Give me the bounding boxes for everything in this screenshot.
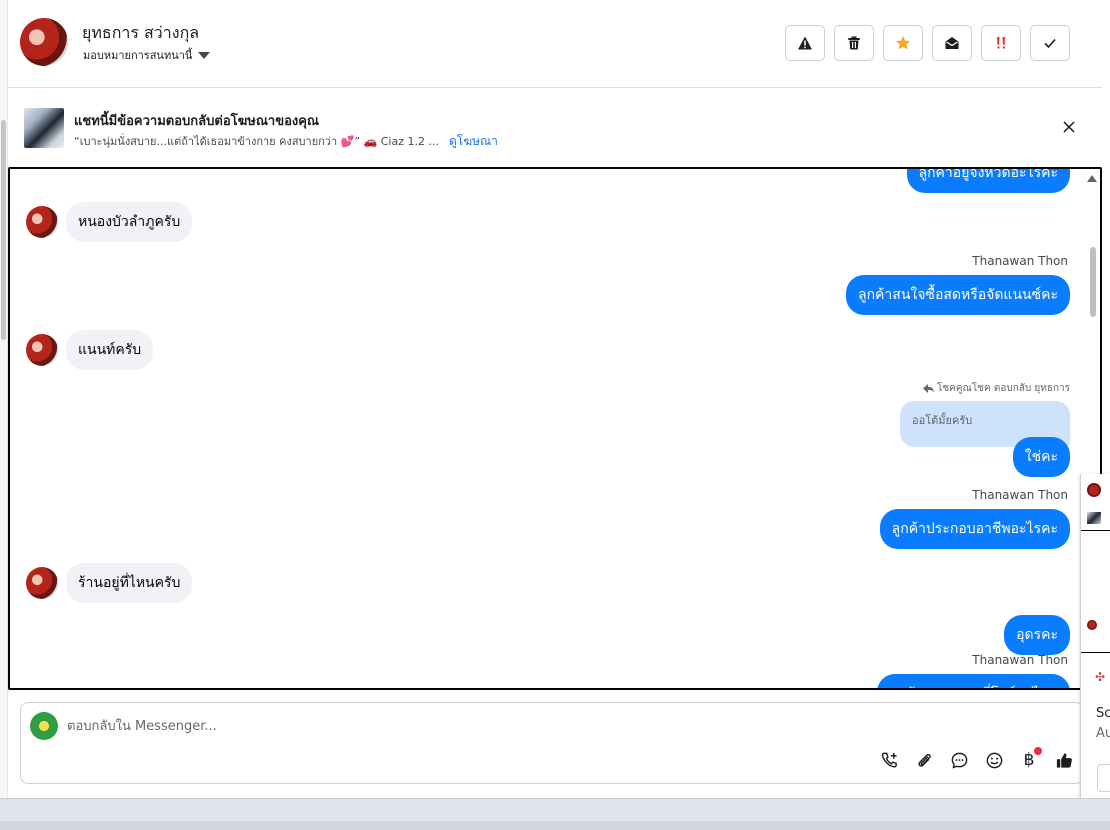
view-ad-link[interactable]: ดูโฆษณา	[449, 132, 498, 151]
panel-divider	[1081, 652, 1110, 653]
saved-replies-button[interactable]	[948, 749, 970, 771]
delete-button[interactable]	[834, 25, 874, 61]
message-outgoing: ลูกค้าประกอบอาชีพอะไรคะ	[879, 509, 1070, 549]
reply-input[interactable]	[67, 715, 867, 737]
message-bubble[interactable]: ลูกค้าสนใจซื้อสดหรือจัดแนนซ์คะ	[846, 275, 1070, 315]
message-bubble[interactable]: ลูกค้าอยู่จังหวัดอะไรคะ	[906, 169, 1070, 193]
contact-name[interactable]: ยุทธการ สว่างกุล	[82, 21, 199, 46]
message-outgoing: ลูกค้าอยู่จังหวัดอะไรคะ	[906, 169, 1070, 193]
chat-bubble-icon	[951, 752, 967, 769]
sender-name: Thanawan Thon	[972, 488, 1068, 502]
message-bubble[interactable]: อุดรคะ	[1004, 615, 1070, 655]
message-thread[interactable]: ลูกค้าอยู่จังหวัดอะไรคะ หนองบัวลำภูครับ …	[8, 167, 1102, 690]
panel-divider	[1081, 530, 1110, 531]
sender-avatar[interactable]	[26, 567, 58, 599]
left-scrollbar[interactable]	[0, 0, 8, 800]
panel-button[interactable]	[1097, 764, 1110, 792]
reply-arrow-icon	[923, 384, 934, 393]
call-button[interactable]	[878, 749, 900, 771]
assign-conversation-dropdown[interactable]: มอบหมายการสนทนานี้	[83, 46, 211, 64]
message-incoming: หนองบัวลำภูครับ	[26, 202, 326, 242]
ad-banner-title: แชทนี้มีข้อความตอบกลับต่อโฆษณาของคุณ	[74, 114, 319, 129]
envelope-open-icon	[945, 37, 959, 49]
message-outgoing: ลูกค้าสะดวกมาที่โชว์รูมไหม	[876, 674, 1070, 688]
sender-name: Thanawan Thon	[972, 653, 1068, 667]
ad-thumbnail[interactable]	[24, 108, 64, 148]
attach-button[interactable]	[913, 749, 935, 771]
thread-scrollbar-thumb[interactable]	[1090, 247, 1096, 317]
message-bubble[interactable]: ลูกค้าสะดวกมาที่โชว์รูมไหม	[876, 674, 1070, 688]
message-incoming: แนนท์ครับ	[26, 330, 326, 370]
ad-reply-banner: แชทนี้มีข้อความตอบกลับต่อโฆษณาของคุณ “เบ…	[8, 88, 1102, 166]
mini-ad-thumbnail	[1087, 512, 1101, 524]
emoji-button[interactable]	[983, 749, 1005, 771]
done-button[interactable]	[1030, 25, 1070, 61]
reply-composer: ฿	[20, 702, 1084, 784]
message-outgoing: อุดรคะ	[1004, 615, 1070, 655]
message-bubble[interactable]: ลูกค้าประกอบอาชีพอะไรคะ	[879, 509, 1070, 549]
smiley-icon	[986, 752, 1002, 768]
left-scrollbar-thumb[interactable]	[1, 120, 6, 340]
message-outgoing: ใช่คะ	[1012, 437, 1070, 477]
ad-caption: “เบาะนุ่มนั่งสบาย...แต่ถ้าได้เธอมาข้างกา…	[74, 135, 439, 148]
warning-icon	[798, 36, 812, 50]
panel-text-line-2: Au	[1096, 726, 1110, 741]
baht-icon: ฿	[1023, 750, 1035, 770]
star-icon	[896, 36, 910, 50]
caret-down-icon	[198, 51, 211, 59]
inbox-window: ยุทธการ สว่างกุล มอบหมายการสนทนานี้ แชทน…	[0, 0, 1110, 830]
message-bubble[interactable]: หนองบัวลำภูครับ	[66, 202, 193, 242]
ad-banner-subtitle: “เบาะนุ่มนั่งสบาย...แต่ถ้าได้เธอมาข้างกา…	[74, 132, 498, 151]
like-button[interactable]	[1053, 749, 1075, 771]
sender-avatar[interactable]	[26, 206, 58, 238]
conversation-header: ยุทธการ สว่างกุล มอบหมายการสนทนานี้	[8, 0, 1102, 88]
taskbar	[0, 798, 1110, 830]
message-bubble[interactable]: แนนท์ครับ	[66, 330, 154, 370]
follow-up-button[interactable]	[981, 25, 1021, 61]
double-exclamation-icon	[997, 37, 1005, 49]
assign-label: มอบหมายการสนทนานี้	[83, 49, 193, 62]
thumbs-up-icon	[1056, 752, 1072, 768]
scroll-up-icon[interactable]	[1087, 175, 1097, 182]
notification-dot	[1034, 747, 1042, 755]
trash-icon	[848, 36, 860, 50]
close-icon[interactable]	[1062, 120, 1076, 134]
panel-text-line-1: Sc	[1096, 706, 1110, 721]
message-bubble[interactable]: ร้านอยู่ที่ไหนครับ	[66, 563, 193, 603]
mini-avatar[interactable]	[1087, 483, 1101, 497]
sender-avatar[interactable]	[26, 334, 58, 366]
message-incoming: ร้านอยู่ที่ไหนครับ	[26, 563, 326, 603]
message-bubble[interactable]: ใช่คะ	[1012, 437, 1070, 477]
paperclip-icon	[917, 753, 931, 767]
right-side-panel[interactable]: ✣ Sc Au	[1080, 474, 1110, 810]
reply-context-text: โชคคูณโชค ตอบกลับ ยุทธการ	[937, 383, 1070, 394]
app-logo-icon: ✣	[1095, 670, 1106, 684]
star-button[interactable]	[883, 25, 923, 61]
mini-avatar[interactable]	[1087, 620, 1097, 630]
phone-plus-icon	[881, 752, 897, 768]
composer-actions: ฿	[878, 747, 1075, 771]
message-outgoing: ลูกค้าสนใจซื้อสดหรือจัดแนนซ์คะ	[846, 275, 1070, 315]
conversation-toolbar	[785, 25, 1070, 61]
contact-avatar[interactable]	[20, 18, 68, 66]
reply-context: โชคคูณโชค ตอบกลับ ยุทธการ	[923, 381, 1070, 396]
sender-name: Thanawan Thon	[972, 254, 1068, 268]
mark-unread-button[interactable]	[932, 25, 972, 61]
taskbar-strip	[0, 821, 1110, 830]
report-button[interactable]	[785, 25, 825, 61]
page-avatar	[30, 712, 58, 740]
check-icon	[1044, 38, 1056, 49]
payment-button[interactable]: ฿	[1018, 747, 1042, 771]
